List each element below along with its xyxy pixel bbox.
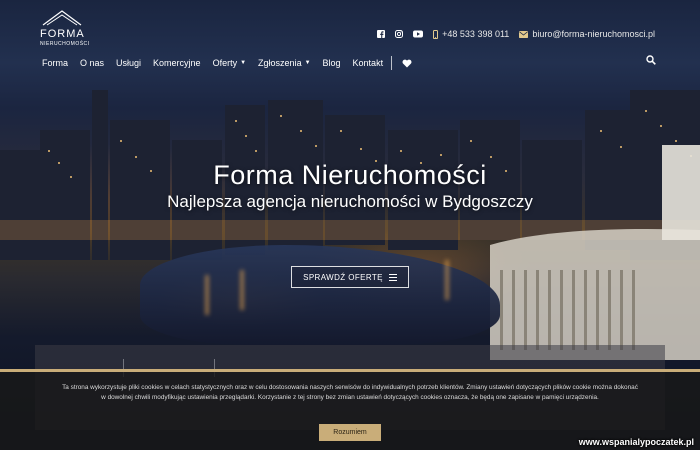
nav-label: Zgłoszenia xyxy=(258,58,302,68)
nav-divider xyxy=(391,56,393,70)
check-offer-button[interactable]: SPRAWDŹ OFERTĘ xyxy=(291,266,409,288)
nav-label: Oferty xyxy=(212,58,238,68)
check-offer-label: SPRAWDŹ OFERTĘ xyxy=(303,272,383,282)
email-address: biuro@forma-nieruchomosci.pl xyxy=(532,29,655,39)
nav-item-oferty[interactable]: Oferty ▼ xyxy=(213,58,246,68)
site-logo[interactable]: FORMA NIERUCHOMOŚCI xyxy=(40,8,89,48)
main-navigation: Forma O nas Usługi Komercyjne Oferty ▼ Zg… xyxy=(42,56,412,70)
nav-label: Blog xyxy=(322,58,341,68)
facebook-icon[interactable] xyxy=(377,30,386,38)
accept-cookies-button[interactable]: Rozumiem xyxy=(319,424,381,441)
heart-icon[interactable] xyxy=(402,59,412,68)
header-contacts: +48 533 398 011 biuro@forma-nieruchomosc… xyxy=(377,27,655,41)
nav-item-blog[interactable]: Blog xyxy=(323,58,341,68)
search-icon[interactable] xyxy=(646,55,656,65)
nav-item-komercyjne[interactable]: Komercyjne xyxy=(153,58,201,68)
nav-label: Komercyjne xyxy=(153,58,201,68)
nav-label: O nas xyxy=(80,58,105,68)
nav-label: Forma xyxy=(42,58,69,68)
cookie-text: Ta strona wykorzystuje pliki cookies w c… xyxy=(62,384,638,401)
phone-icon xyxy=(433,29,439,39)
email-link[interactable]: biuro@forma-nieruchomosci.pl xyxy=(519,29,655,39)
instagram-icon[interactable] xyxy=(395,30,404,38)
phone-link[interactable]: +48 533 398 011 xyxy=(433,29,509,39)
roof-logo-icon xyxy=(42,10,82,26)
chevron-down-icon: ▼ xyxy=(240,60,247,66)
envelope-icon xyxy=(519,30,529,38)
menu-icon xyxy=(388,273,397,281)
nav-item-kontakt[interactable]: Kontakt xyxy=(353,58,384,68)
nav-label: Kontakt xyxy=(352,58,384,68)
hero-title: Forma Nieruchomości xyxy=(213,160,487,190)
nav-item-o-nas[interactable]: O nas xyxy=(80,58,104,68)
logo-text: FORMA xyxy=(40,28,85,40)
nav-label: Usługi xyxy=(116,58,142,68)
nav-item-zgloszenia[interactable]: Zgłoszenia ▼ xyxy=(258,58,310,68)
phone-number: +48 533 398 011 xyxy=(442,29,510,39)
logo-subtext: NIERUCHOMOŚCI xyxy=(40,41,90,47)
youtube-icon[interactable] xyxy=(413,30,424,38)
light-reflection xyxy=(240,270,244,310)
light-reflection xyxy=(205,275,209,315)
watermark: www.wspanialypoczatek.pl xyxy=(578,437,694,447)
light-reflection xyxy=(445,260,449,300)
nav-item-uslugi[interactable]: Usługi xyxy=(116,58,141,68)
nav-item-forma[interactable]: Forma xyxy=(42,58,68,68)
chevron-down-icon: ▼ xyxy=(304,60,311,66)
hero-subtitle: Najlepsza agencja nieruchomości w Bydgos… xyxy=(167,192,533,211)
